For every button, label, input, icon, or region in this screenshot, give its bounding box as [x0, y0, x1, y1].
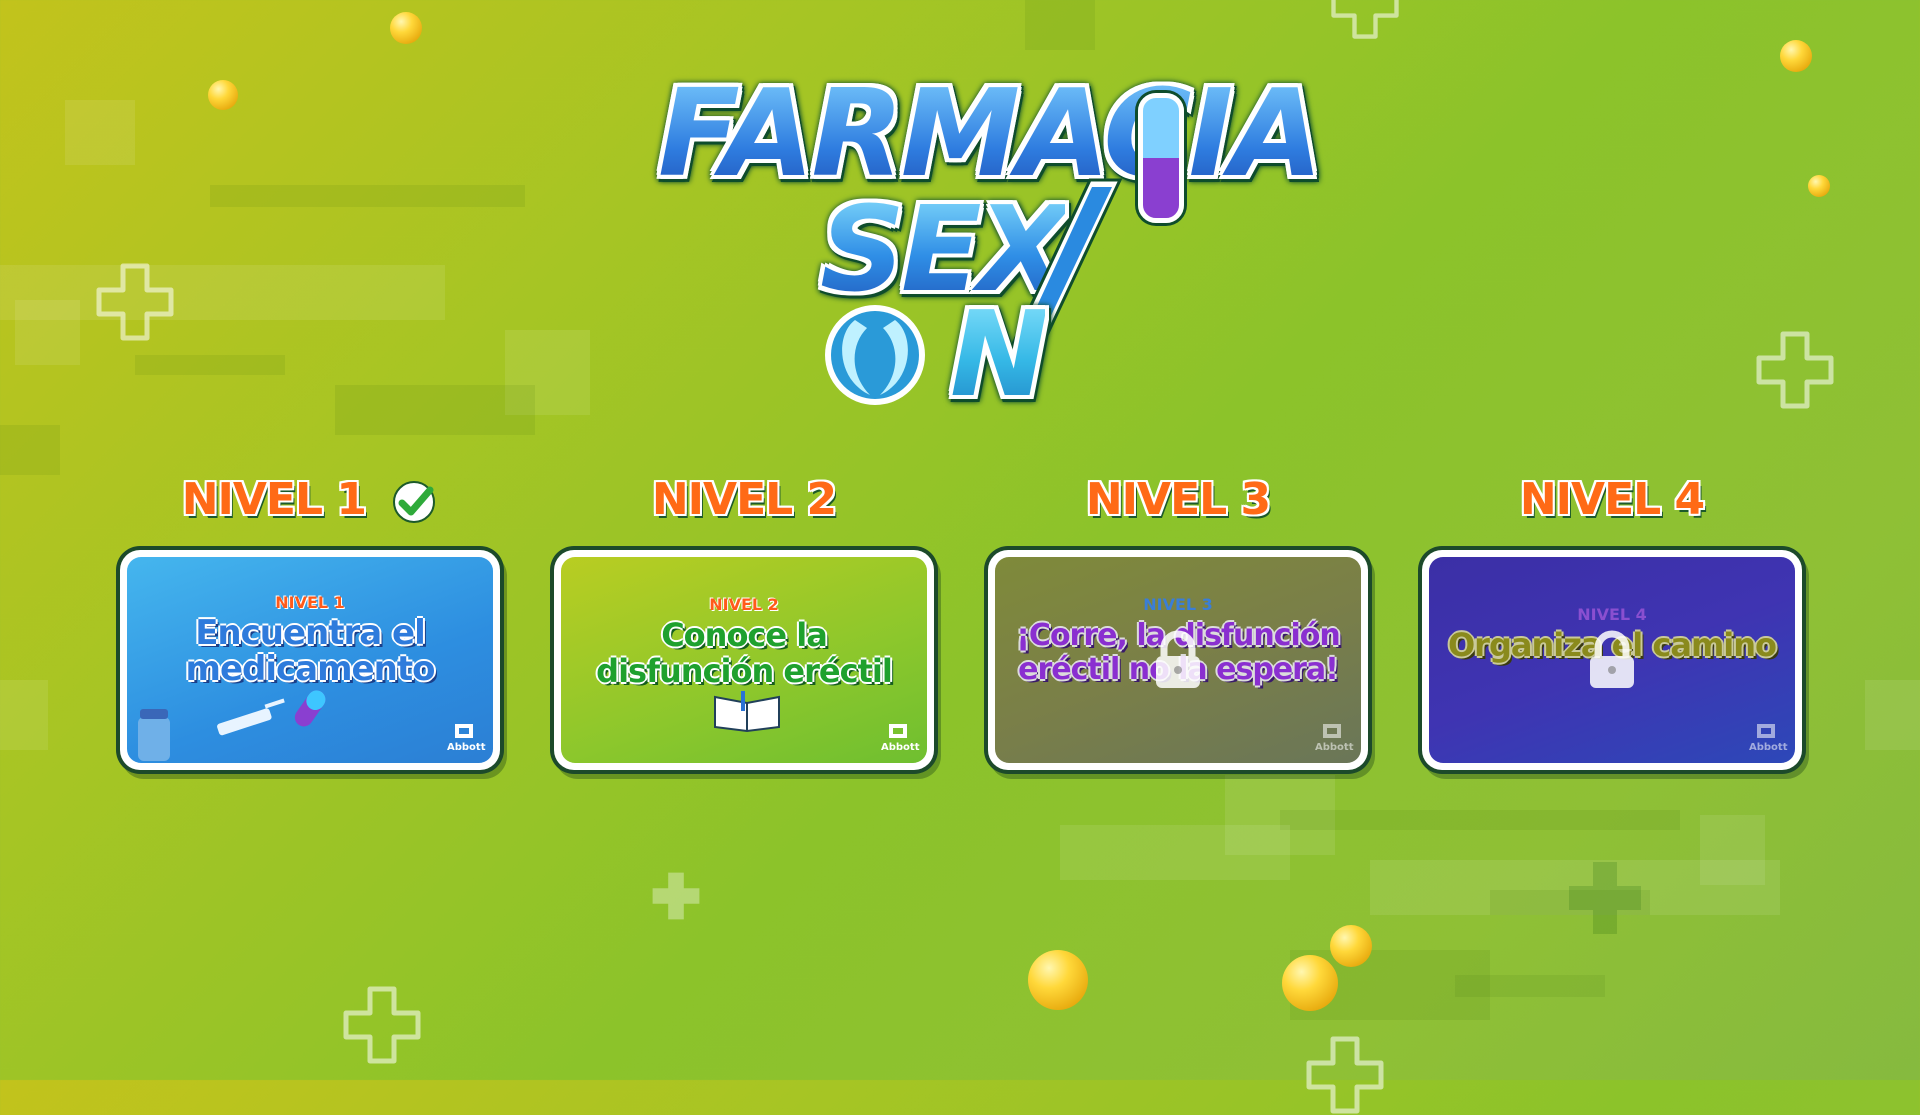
abbott-logo: Abbott — [881, 721, 920, 753]
level-1-card-image: NIVEL 1 Encuentra el medicamento Abbott — [127, 557, 493, 763]
pill-bubble — [1028, 950, 1088, 1010]
level-2-column: NIVEL 2 NIVEL 2 Conoce la disfunción eré… — [554, 470, 934, 770]
brand-name: Abbott — [881, 742, 920, 753]
card-title: Conoce la disfunción eréctil — [596, 616, 893, 690]
medical-cross-icon — [1306, 1036, 1384, 1114]
card-level-label: NIVEL 1 — [275, 593, 345, 612]
game-logo: FARMACIA SEX N — [650, 55, 1323, 425]
card-title: Encuentra el medicamento — [185, 613, 436, 689]
medical-cross-icon — [652, 872, 700, 920]
abbott-logo: Abbott — [447, 721, 486, 753]
medical-cross-icon — [1756, 331, 1834, 409]
card-level-label: NIVEL 2 — [709, 595, 779, 614]
level-3-column: NIVEL 3 NIVEL 3 ¡Corre, la disfunción er… — [988, 470, 1368, 770]
level-2-card-image: NIVEL 2 Conoce la disfunción eréctil Abb… — [561, 557, 927, 763]
level-4-heading: NIVEL 4 — [1519, 474, 1705, 525]
background-tile — [1865, 680, 1920, 750]
medical-cross-icon — [1569, 862, 1641, 934]
book-icon — [714, 691, 780, 733]
level-4-card[interactable]: NIVEL 4 Organiza el camino Abbott — [1422, 550, 1802, 770]
padlock-icon — [1156, 630, 1200, 688]
brand-name: Abbott — [1749, 742, 1788, 753]
background-tile — [15, 300, 80, 365]
abbott-logo: Abbott — [1315, 721, 1354, 753]
background-tile — [135, 355, 285, 375]
card-level-label: NIVEL 3 — [1143, 595, 1213, 614]
card-level-label: NIVEL 4 — [1577, 605, 1647, 624]
medicine-bottle-icon — [138, 709, 170, 761]
background-tile — [65, 100, 135, 165]
level-4-column: NIVEL 4 NIVEL 4 Organiza el camino Abbot… — [1422, 470, 1802, 770]
background-tile — [1700, 815, 1765, 885]
level-3-card[interactable]: NIVEL 3 ¡Corre, la disfunción eréctil no… — [988, 550, 1368, 770]
level-1-card[interactable]: NIVEL 1 Encuentra el medicamento Abbott — [120, 550, 500, 770]
abbott-icon — [1323, 724, 1341, 738]
couple-icon — [825, 305, 925, 405]
abbott-icon — [889, 724, 907, 738]
background-tile — [210, 185, 525, 207]
level-2-heading: NIVEL 2 — [651, 474, 837, 525]
checkmark-icon — [393, 481, 436, 523]
brand-name: Abbott — [447, 742, 486, 753]
pill-bubble — [1808, 175, 1830, 197]
padlock-icon — [1590, 630, 1634, 688]
medical-cross-icon — [1331, 0, 1399, 39]
medical-cross-icon — [96, 263, 174, 341]
syringe-icon — [217, 698, 285, 736]
background-tile — [1025, 0, 1095, 50]
pill-icon — [1138, 93, 1184, 223]
medical-cross-icon — [343, 986, 421, 1064]
level-4-card-image: NIVEL 4 Organiza el camino Abbott — [1429, 557, 1795, 763]
background-tile — [0, 680, 48, 750]
background-tile — [1280, 810, 1680, 830]
background-tile — [335, 385, 535, 435]
pill-bubble — [1330, 925, 1372, 967]
pill-icon — [294, 690, 326, 727]
abbott-icon — [455, 724, 473, 738]
level-1-column: NIVEL 1 NIVEL 1 Encuentra el medicamento… — [120, 470, 500, 770]
level-1-label: NIVEL 1 — [181, 474, 367, 525]
level-3-card-image: NIVEL 3 ¡Corre, la disfunción eréctil no… — [995, 557, 1361, 763]
abbott-icon — [1757, 724, 1775, 738]
pill-bubble — [1282, 955, 1338, 1011]
pill-bubble — [1780, 40, 1812, 72]
background-tile — [1060, 825, 1290, 880]
brand-name: Abbott — [1315, 742, 1354, 753]
level-3-heading: NIVEL 3 — [1085, 474, 1271, 525]
level-1-heading: NIVEL 1 — [120, 470, 500, 530]
pill-bubble — [390, 12, 422, 44]
pill-bubble — [208, 80, 238, 110]
background-tile — [0, 425, 60, 475]
abbott-logo: Abbott — [1749, 721, 1788, 753]
level-2-card[interactable]: NIVEL 2 Conoce la disfunción eréctil Abb… — [554, 550, 934, 770]
logo-word-n: N — [950, 285, 1049, 423]
